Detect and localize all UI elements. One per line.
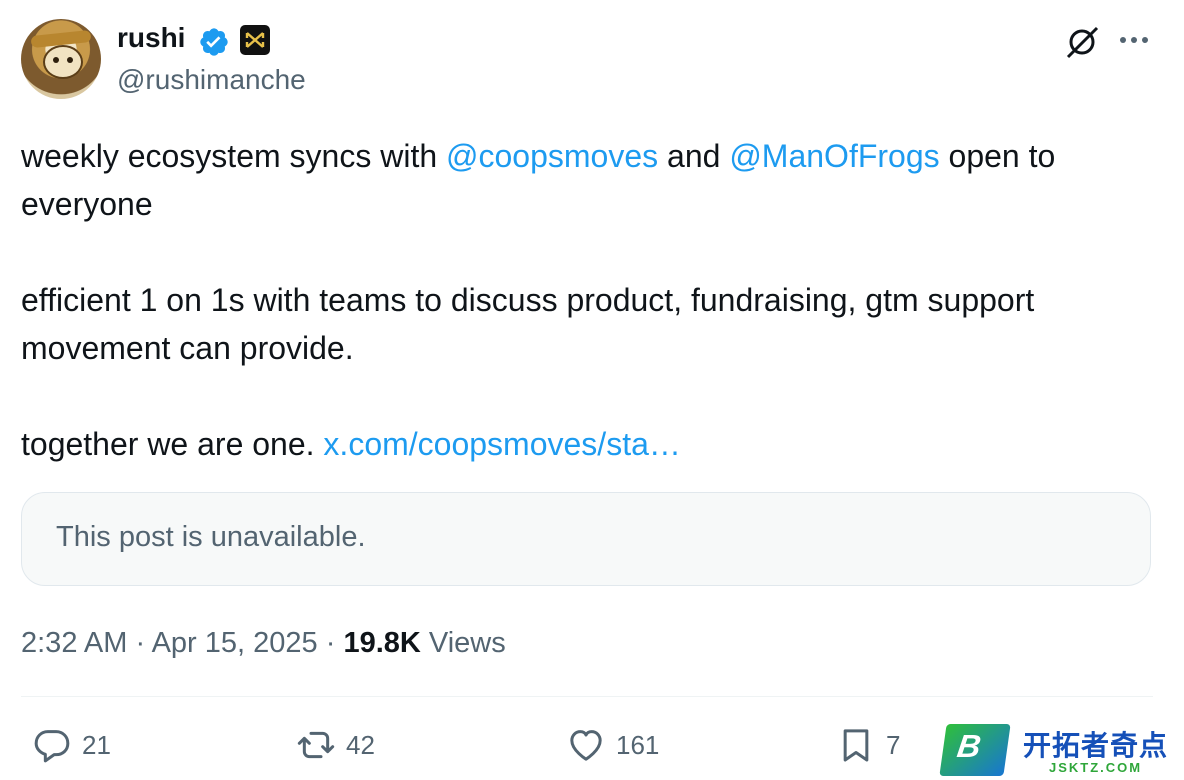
tweet-text: weekly ecosystem syncs with @coopsmoves …: [21, 132, 1161, 468]
like-button[interactable]: 161: [566, 722, 659, 768]
avatar-eye: [53, 57, 59, 63]
tweet-link[interactable]: x.com/coopsmoves/sta…: [323, 426, 680, 462]
grok-icon[interactable]: [1064, 24, 1100, 60]
retweet-icon: [297, 731, 335, 759]
tweet-text-segment: together we are one.: [21, 426, 324, 462]
tweet-text-segment: and: [658, 138, 730, 174]
avatar-eye: [67, 57, 73, 63]
more-icon[interactable]: [1117, 28, 1151, 52]
bookmark-count: 7: [886, 729, 901, 760]
tweet-date[interactable]: Apr 15, 2025: [152, 627, 318, 659]
like-count: 161: [616, 729, 660, 760]
watermark-logo-icon: B: [939, 724, 1011, 776]
mention-manoffrogs[interactable]: @ManOfFrogs: [729, 138, 939, 174]
like-icon: [570, 730, 602, 761]
divider: [21, 696, 1153, 697]
reply-icon: [34, 730, 70, 763]
avatar[interactable]: [21, 19, 101, 99]
watermark-logo-letter: B: [955, 728, 984, 764]
affiliate-badge-icon[interactable]: [240, 25, 270, 55]
mention-coopsmoves[interactable]: @coopsmoves: [446, 138, 658, 174]
reply-count: 21: [82, 729, 111, 760]
tweet-text-segment: weekly ecosystem syncs with: [21, 138, 447, 174]
tweet-paragraph-3: together we are one. x.com/coopsmoves/st…: [21, 420, 1161, 468]
author-handle[interactable]: @rushimanche: [117, 62, 306, 98]
tweet-meta: 2:32 AM · Apr 15, 2025 · 19.8K Views: [21, 623, 506, 663]
display-name[interactable]: rushi: [117, 20, 185, 56]
watermark-title: 开拓者奇点: [1023, 730, 1169, 761]
quoted-post-card[interactable]: This post is unavailable.: [21, 492, 1151, 586]
meta-separator: ·: [127, 627, 152, 659]
repost-count: 42: [346, 729, 375, 760]
reply-button[interactable]: 21: [32, 722, 111, 768]
bookmark-button[interactable]: 7: [836, 722, 900, 768]
avatar-face: [43, 45, 83, 79]
affiliate-logo-icon: [245, 32, 265, 48]
watermark: B 开拓者奇点 JSKTZ.COM: [939, 722, 1181, 778]
views-count[interactable]: 19.8K: [343, 627, 420, 659]
quoted-post-unavailable-text: This post is unavailable.: [56, 521, 366, 553]
tweet-paragraph-2: efficient 1 on 1s with teams to discuss …: [21, 282, 1035, 366]
meta-separator: ·: [317, 627, 344, 659]
tweet-paragraph-1: weekly ecosystem syncs with @coopsmoves …: [21, 132, 1161, 228]
tweet-time[interactable]: 2:32 AM: [21, 627, 127, 659]
views-label: Views: [420, 627, 506, 659]
verified-icon[interactable]: [198, 26, 230, 58]
watermark-url: JSKTZ.COM: [1049, 760, 1143, 775]
bookmark-icon: [843, 729, 869, 762]
repost-button[interactable]: 42: [296, 722, 375, 768]
